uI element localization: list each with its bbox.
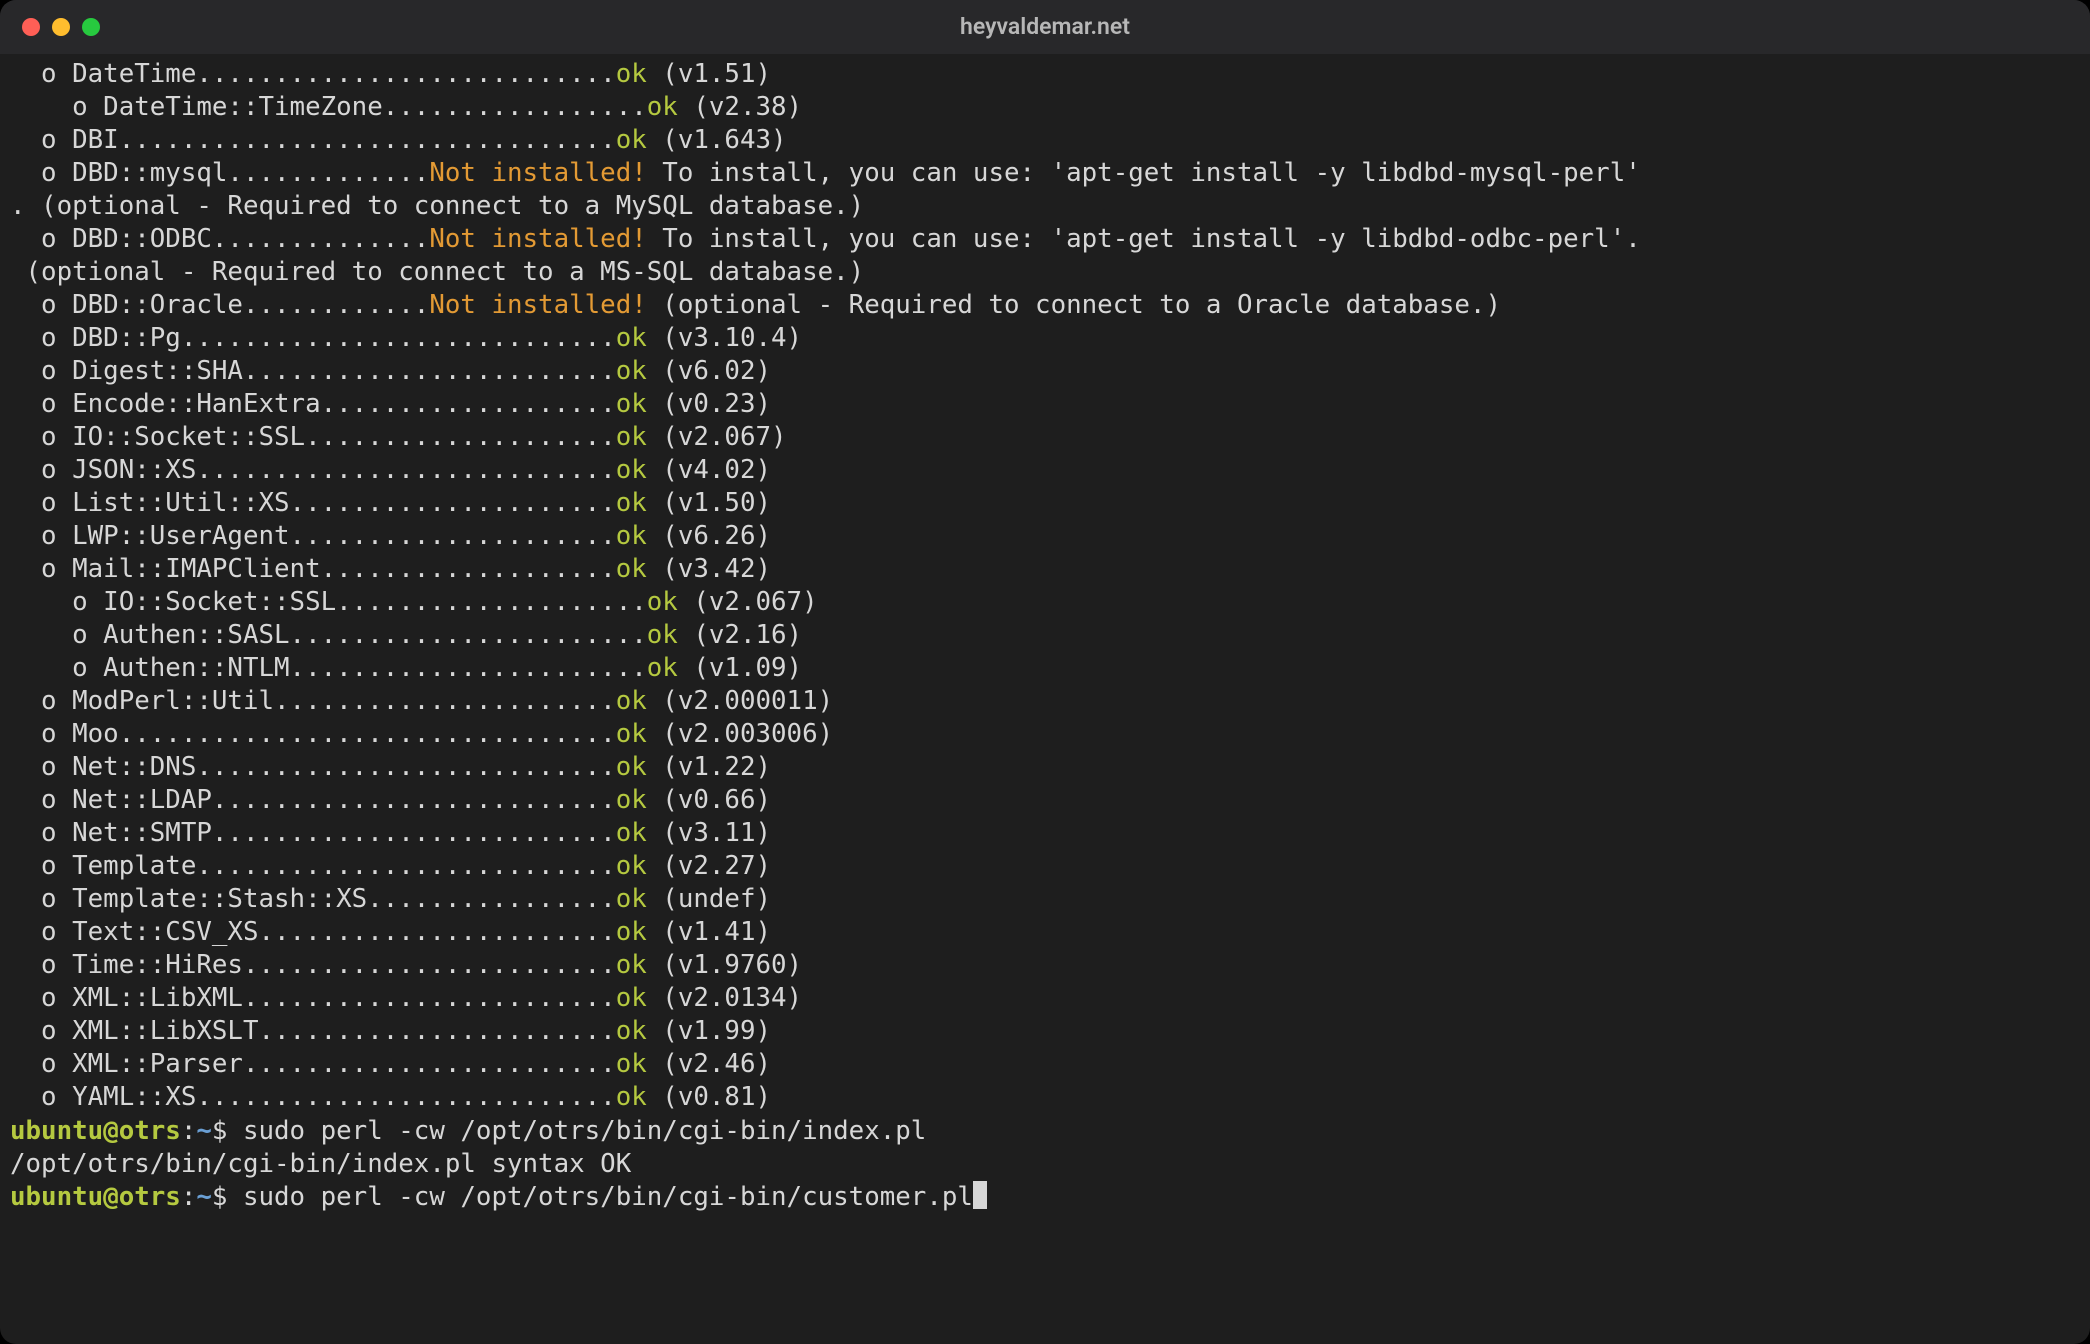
module-line: o Encode::HanExtra...................ok … xyxy=(10,388,2080,421)
module-line: o XML::LibXSLT.......................ok … xyxy=(10,1015,2080,1048)
status-ok: ok xyxy=(616,554,647,584)
status-ok: ok xyxy=(616,356,647,386)
module-line: o Digest::SHA........................ok … xyxy=(10,355,2080,388)
status-ok: ok xyxy=(647,620,678,650)
module-line: o Moo................................ok … xyxy=(10,718,2080,751)
module-line: o Authen::SASL.......................ok … xyxy=(10,619,2080,652)
status-ok: ok xyxy=(647,587,678,617)
status-ok: ok xyxy=(616,818,647,848)
module-line: o DBD::Oracle............Not installed! … xyxy=(10,289,2080,322)
module-line: o DateTime::TimeZone.................ok … xyxy=(10,91,2080,124)
status-ok: ok xyxy=(616,917,647,947)
module-line: o Authen::NTLM.......................ok … xyxy=(10,652,2080,685)
status-ok: ok xyxy=(647,92,678,122)
status-not-installed: Not installed! xyxy=(429,290,646,320)
window-controls xyxy=(22,18,100,36)
module-line: o Time::HiRes........................ok … xyxy=(10,949,2080,982)
status-ok: ok xyxy=(616,686,647,716)
minimize-icon[interactable] xyxy=(52,18,70,36)
prompt-line-current[interactable]: ubuntu@otrs:~$ sudo perl -cw /opt/otrs/b… xyxy=(10,1181,2080,1214)
module-line: o LWP::UserAgent.....................ok … xyxy=(10,520,2080,553)
module-line: o YAML::XS...........................ok … xyxy=(10,1081,2080,1114)
terminal-output[interactable]: o DateTime...........................ok … xyxy=(10,58,2080,1334)
module-line: o DateTime...........................ok … xyxy=(10,58,2080,91)
command-output: /opt/otrs/bin/cgi-bin/index.pl syntax OK xyxy=(10,1148,2080,1181)
module-line: o Net::SMTP..........................ok … xyxy=(10,817,2080,850)
status-ok: ok xyxy=(616,1049,647,1079)
status-not-installed: Not installed! xyxy=(429,224,646,254)
status-ok: ok xyxy=(616,719,647,749)
prompt-path: ~ xyxy=(196,1182,212,1212)
window-title: heyvaldemar.net xyxy=(0,12,2090,41)
status-ok: ok xyxy=(616,851,647,881)
module-line: o Template::Stash::XS................ok … xyxy=(10,883,2080,916)
status-ok: ok xyxy=(616,983,647,1013)
status-ok: ok xyxy=(616,1016,647,1046)
command-text: sudo perl -cw /opt/otrs/bin/cgi-bin/inde… xyxy=(243,1116,926,1146)
module-line: o IO::Socket::SSL....................ok … xyxy=(10,586,2080,619)
zoom-icon[interactable] xyxy=(82,18,100,36)
cursor-icon xyxy=(973,1181,987,1209)
module-line: o DBI................................ok … xyxy=(10,124,2080,157)
status-ok: ok xyxy=(616,323,647,353)
status-ok: ok xyxy=(616,1082,647,1112)
module-line: o List::Util::XS.....................ok … xyxy=(10,487,2080,520)
status-ok: ok xyxy=(616,488,647,518)
module-line: o DBD::ODBC..............Not installed! … xyxy=(10,223,2080,256)
module-line: o Mail::IMAPClient...................ok … xyxy=(10,553,2080,586)
module-line: o JSON::XS...........................ok … xyxy=(10,454,2080,487)
command-text: sudo perl -cw /opt/otrs/bin/cgi-bin/cust… xyxy=(243,1182,973,1212)
module-line-wrap: . (optional - Required to connect to a M… xyxy=(10,190,2080,223)
status-ok: ok xyxy=(616,884,647,914)
status-ok: ok xyxy=(616,950,647,980)
terminal-window: heyvaldemar.net o DateTime..............… xyxy=(0,0,2090,1344)
status-ok: ok xyxy=(616,422,647,452)
module-line: o DBD::mysql.............Not installed! … xyxy=(10,157,2080,190)
prompt-path: ~ xyxy=(196,1116,212,1146)
status-ok: ok xyxy=(616,59,647,89)
module-line: o XML::LibXML........................ok … xyxy=(10,982,2080,1015)
status-ok: ok xyxy=(616,125,647,155)
module-line-wrap: (optional - Required to connect to a MS-… xyxy=(10,256,2080,289)
status-ok: ok xyxy=(616,389,647,419)
module-line: o Template...........................ok … xyxy=(10,850,2080,883)
module-line: o ModPerl::Util......................ok … xyxy=(10,685,2080,718)
status-ok: ok xyxy=(647,653,678,683)
titlebar: heyvaldemar.net xyxy=(0,0,2090,54)
module-line: o IO::Socket::SSL....................ok … xyxy=(10,421,2080,454)
status-ok: ok xyxy=(616,455,647,485)
status-ok: ok xyxy=(616,752,647,782)
module-line: o XML::Parser........................ok … xyxy=(10,1048,2080,1081)
prompt-user: ubuntu@otrs xyxy=(10,1182,181,1212)
module-line: o Net::DNS...........................ok … xyxy=(10,751,2080,784)
status-not-installed: Not installed! xyxy=(429,158,646,188)
module-line: o Net::LDAP..........................ok … xyxy=(10,784,2080,817)
module-line: o Text::CSV_XS.......................ok … xyxy=(10,916,2080,949)
module-line: o DBD::Pg............................ok … xyxy=(10,322,2080,355)
prompt-line: ubuntu@otrs:~$ sudo perl -cw /opt/otrs/b… xyxy=(10,1115,2080,1148)
status-ok: ok xyxy=(616,785,647,815)
close-icon[interactable] xyxy=(22,18,40,36)
status-ok: ok xyxy=(616,521,647,551)
prompt-user: ubuntu@otrs xyxy=(10,1116,181,1146)
